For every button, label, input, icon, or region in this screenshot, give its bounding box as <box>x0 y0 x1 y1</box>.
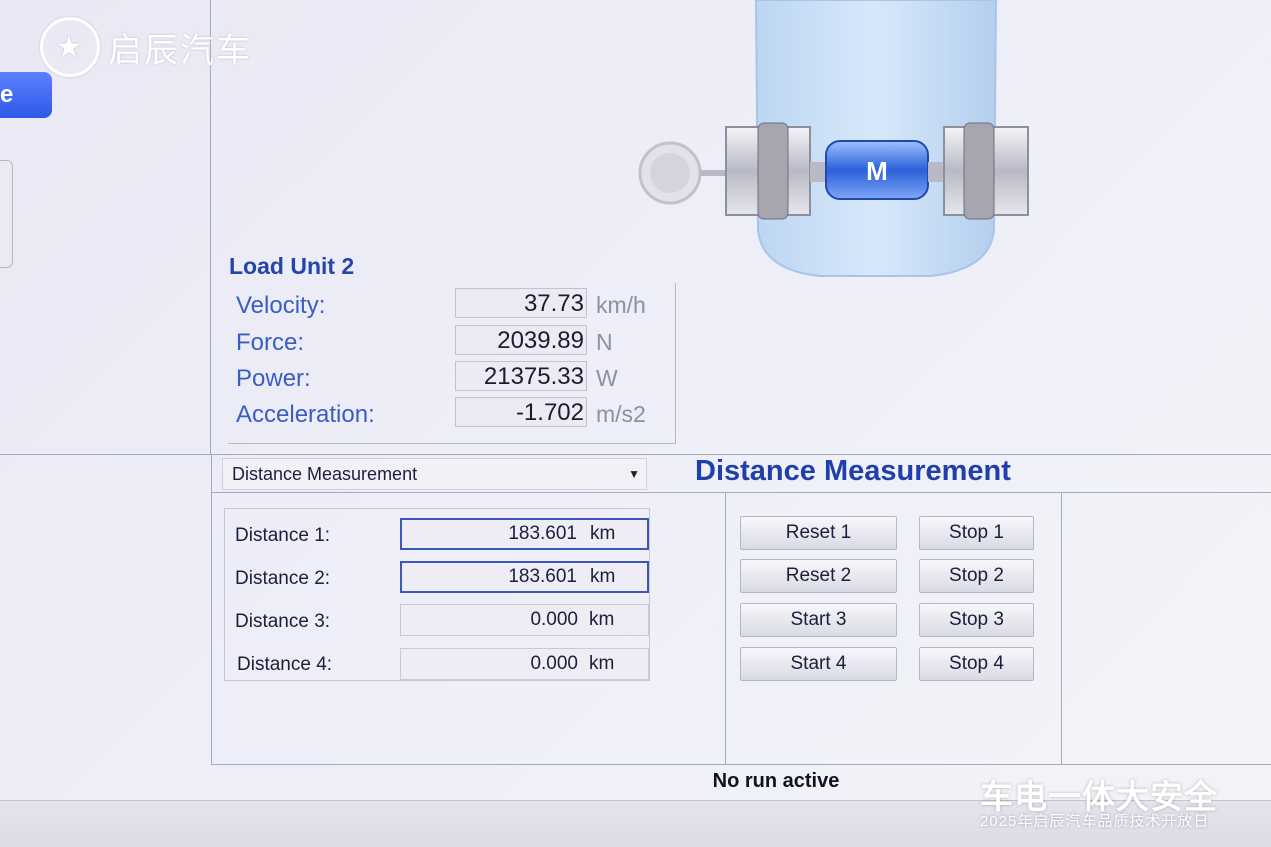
acceleration-unit: m/s2 <box>596 401 646 427</box>
distance-2-field: 183.601 km <box>400 561 649 593</box>
distance-3-label: Distance 3: <box>235 611 331 632</box>
velocity-row: Velocity: 37.73 km/h <box>236 288 676 324</box>
distance-2-label: Distance 2: <box>235 568 331 589</box>
roller-sensor-inner <box>650 153 690 193</box>
brand-logo-text: 启辰汽车 <box>108 31 252 70</box>
separator-horizontal-top <box>0 454 1271 455</box>
start-3-button[interactable]: Start 3 <box>740 603 897 637</box>
velocity-label: Velocity: <box>236 292 326 319</box>
distance-1-field: 183.601 km <box>400 518 649 550</box>
left-panel-button-label: e <box>0 81 14 108</box>
power-label: Power: <box>236 365 311 392</box>
separator-vertical-left <box>211 455 212 765</box>
distance-1-unit: km <box>590 523 616 544</box>
section-title: Distance Measurement <box>695 455 1011 487</box>
distance-3-unit: km <box>589 609 615 630</box>
load-unit-title: Load Unit 2 <box>229 253 355 279</box>
start-4-button[interactable]: Start 4 <box>740 647 897 681</box>
separator-horizontal-bottom <box>212 764 1271 765</box>
right-tire <box>963 122 995 220</box>
measurement-select[interactable]: Distance Measurement ▼ <box>222 458 647 490</box>
left-panel-button[interactable]: e <box>0 72 52 118</box>
acceleration-row: Acceleration: -1.702 m/s2 <box>236 397 676 433</box>
distance-4-field: 0.000 km <box>400 648 649 680</box>
motor-label: M <box>866 156 888 186</box>
force-value: 2039.89 <box>455 325 587 355</box>
power-value: 21375.33 <box>455 361 587 391</box>
distance-2-value: 183.601 <box>508 566 577 587</box>
separator-vertical-right <box>1061 492 1062 764</box>
acceleration-value: -1.702 <box>455 397 587 427</box>
power-unit: W <box>596 365 618 391</box>
separator-vertical-middle <box>725 492 726 764</box>
distance-4-label: Distance 4: <box>237 654 333 675</box>
velocity-unit: km/h <box>596 292 646 318</box>
stop-4-button[interactable]: Stop 4 <box>919 647 1034 681</box>
distance-4-unit: km <box>589 653 615 674</box>
stop-3-button[interactable]: Stop 3 <box>919 603 1034 637</box>
distance-1-label: Distance 1: <box>235 525 331 546</box>
separator-horizontal-mid <box>212 492 1271 493</box>
dyno-diagram: M <box>638 0 1029 277</box>
stop-1-button[interactable]: Stop 1 <box>919 516 1034 550</box>
chevron-down-icon[interactable]: ▼ <box>628 459 640 489</box>
force-label: Force: <box>236 329 305 356</box>
power-row: Power: 21375.33 W <box>236 361 676 397</box>
star-logo-icon: ★ <box>40 17 100 77</box>
distance-4-value: 0.000 <box>530 653 578 674</box>
force-unit: N <box>596 329 613 355</box>
distance-2-unit: km <box>590 566 616 587</box>
left-panel-tab[interactable] <box>0 160 13 268</box>
stop-2-button[interactable]: Stop 2 <box>919 559 1034 593</box>
acceleration-label: Acceleration: <box>236 401 375 428</box>
distance-3-value: 0.000 <box>530 609 578 630</box>
shaft-left <box>700 170 728 176</box>
reset-2-button[interactable]: Reset 2 <box>740 559 897 593</box>
reset-1-button[interactable]: Reset 1 <box>740 516 897 550</box>
velocity-value: 37.73 <box>455 288 587 318</box>
force-row: Force: 2039.89 N <box>236 325 676 361</box>
measurement-select-value: Distance Measurement <box>232 464 418 484</box>
watermark-subtitle: 2025年启辰汽车品质技术开放日 <box>980 813 1210 830</box>
distance-3-field: 0.000 km <box>400 604 649 636</box>
distance-1-value: 183.601 <box>508 523 577 544</box>
left-tire <box>757 122 789 220</box>
brand-logo: ★ 启辰汽车 <box>40 17 252 77</box>
